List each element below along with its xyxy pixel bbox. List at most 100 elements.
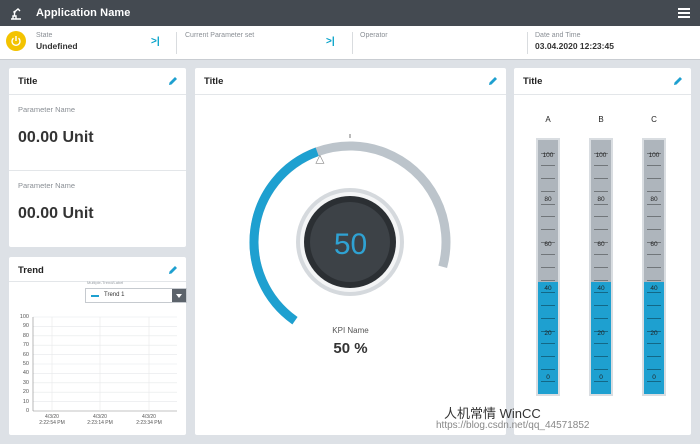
trend-x-tick-time: 2:22:54 PM (39, 420, 65, 426)
scale-label: 100 (595, 152, 607, 159)
parameter-name: Parameter Name (18, 181, 76, 190)
scale-tick (541, 228, 555, 230)
datetime-value: 03.04.2020 12:23:45 (535, 41, 614, 51)
parameter-value: 00.00 Unit (18, 129, 94, 146)
scale-tick (594, 165, 608, 167)
scale-tick (541, 203, 555, 205)
scale-tick (647, 317, 661, 319)
divider (9, 94, 186, 95)
datetime-label: Date and Time (535, 32, 581, 39)
scale-tick (594, 228, 608, 230)
parameter-set-label: Current Parameter set (185, 32, 255, 39)
trend-y-tick: 60 (22, 351, 29, 358)
scale-tick (647, 343, 661, 345)
card-title: Title (18, 76, 38, 87)
scale-tick (541, 317, 555, 319)
scale-tick (594, 254, 608, 256)
parameter-name: Parameter Name (18, 105, 76, 114)
trend-y-tick: 100 (19, 314, 29, 320)
scale-tick (647, 355, 661, 357)
scale-tick (647, 203, 661, 205)
scale-tick (541, 305, 555, 307)
scale-tick (541, 292, 555, 294)
trend-y-tick: 70 (22, 342, 29, 349)
trend-x-tick: 4/3/20 2:22:54 PM (35, 414, 69, 426)
scale-tick (594, 178, 608, 180)
kpi-name: KPI Name (332, 326, 369, 335)
pencil-icon[interactable] (167, 75, 179, 87)
scale-tick (647, 190, 661, 192)
trend-y-tick: 20 (22, 389, 29, 396)
trend-x-tick-time: 2:23:14 PM (87, 420, 113, 426)
scale-tick (647, 305, 661, 307)
scale-label: 20 (544, 329, 552, 337)
scale-label: 20 (597, 329, 605, 337)
level-bars-card: Title A 100 80 60 40 20 0 B 100 80 60 40 20 0 C 100 80 60… (514, 68, 691, 435)
scale-tick (541, 355, 555, 357)
scale-label: 0 (599, 374, 603, 381)
trend-y-tick: 50 (22, 361, 29, 367)
scale-tick (541, 190, 555, 192)
scale-tick (541, 216, 555, 218)
scale-tick (541, 165, 555, 167)
trend-y-tick: 30 (22, 379, 29, 386)
scale-label: 100 (648, 152, 660, 159)
pencil-icon[interactable] (672, 75, 684, 87)
status-bar: State Undefined >| Current Parameter set… (0, 26, 700, 60)
scale-label: 100 (542, 152, 554, 159)
scale-label: 60 (544, 240, 552, 248)
scale-tick (594, 368, 608, 370)
scale-label: 60 (650, 240, 658, 248)
watermark-url: https://blog.csdn.net/qq_44571852 (436, 420, 590, 431)
scale-tick (594, 279, 608, 281)
trend-plot: 100 90 80 70 60 50 40 30 20 10 0 4/3/20 2:22:54 PM 4/… (9, 257, 186, 435)
bar-label: A (545, 115, 551, 124)
trend-y-tick: 0 (25, 408, 29, 414)
scale-label: 0 (652, 374, 656, 381)
scale-tick (594, 216, 608, 218)
scale-tick (594, 305, 608, 307)
scale-tick (541, 254, 555, 256)
parameter-value: 00.00 Unit (18, 205, 94, 222)
scale-label: 80 (650, 196, 658, 204)
scale-tick (647, 368, 661, 370)
card-title: Title (204, 76, 224, 87)
pencil-icon[interactable] (487, 75, 499, 87)
state-label: State (36, 32, 53, 39)
scale-tick (647, 216, 661, 218)
scale-tick (647, 381, 661, 383)
hamburger-menu-icon[interactable] (678, 8, 690, 18)
divider (176, 32, 177, 54)
scale-tick (594, 292, 608, 294)
scale-tick (647, 279, 661, 281)
bar-label: B (598, 115, 604, 124)
scale-tick (594, 267, 608, 268)
power-button[interactable] (6, 31, 26, 51)
jump-to-icon[interactable]: >| (151, 36, 160, 47)
level-bar: 100 80 60 40 20 0 (536, 138, 560, 396)
trend-y-tick: 10 (22, 398, 29, 405)
scale-label: 80 (544, 196, 552, 204)
divider (352, 32, 353, 54)
jump-to-icon[interactable]: >| (326, 36, 335, 47)
scale-tick (647, 178, 661, 180)
scale-tick (647, 165, 661, 167)
scale-label: 40 (650, 285, 658, 293)
scale-label: 40 (597, 285, 605, 293)
trend-x-tick: 4/3/20 2:23:34 PM (132, 414, 166, 426)
scale-label: 80 (597, 196, 605, 204)
power-icon (11, 36, 21, 47)
parameter-card: Title Parameter Name 00.00 Unit Paramete… (9, 68, 186, 247)
divider (527, 32, 528, 54)
scale-tick (647, 254, 661, 256)
scale-tick (541, 368, 555, 370)
trend-y-tick: 40 (22, 370, 29, 377)
trend-x-tick-time: 2:23:34 PM (136, 420, 162, 426)
scale-label: 60 (597, 240, 605, 248)
scale-tick (594, 190, 608, 192)
datetime-field: Date and Time 03.04.2020 12:23:45 (535, 32, 614, 51)
scale-tick (594, 343, 608, 345)
divider (9, 170, 186, 171)
scale-label: 20 (650, 329, 658, 337)
gauge-card: Title 50 KPI Name 50 % (195, 68, 506, 435)
